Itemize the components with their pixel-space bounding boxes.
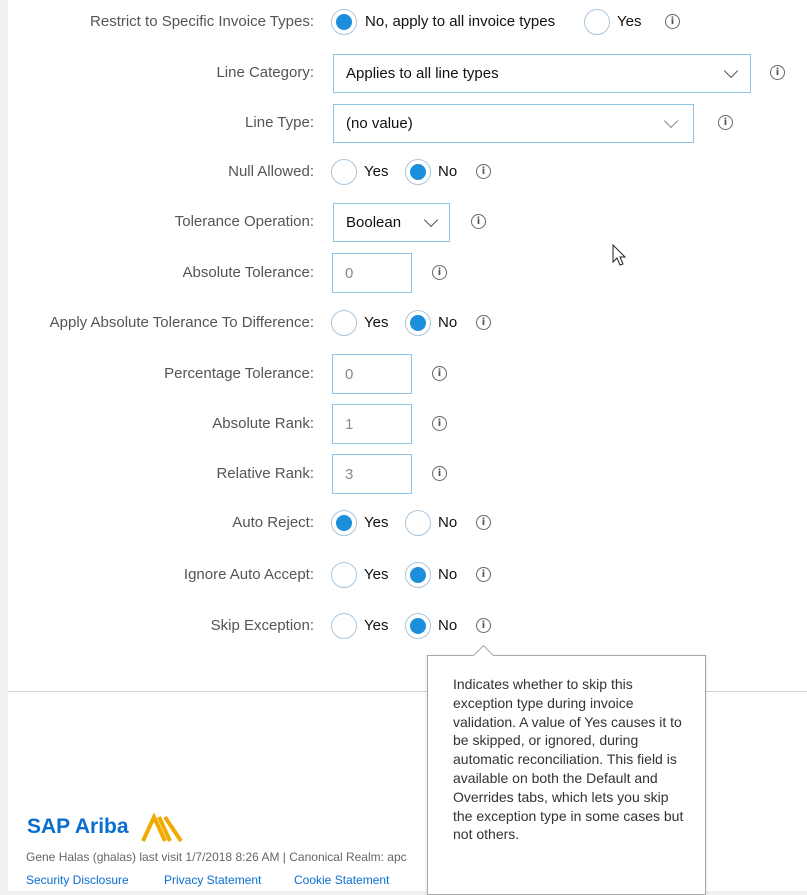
ignore-auto-accept-no-label: No: [438, 566, 458, 583]
apply-abs-tol-diff-no-label: No: [438, 314, 458, 331]
skip-exception-no-radio[interactable]: [405, 613, 431, 639]
restrict-no-label: No, apply to all invoice types: [365, 13, 556, 30]
auto-reject-no-label: No: [438, 514, 458, 531]
info-icon[interactable]: i: [432, 265, 447, 280]
relative-rank-input[interactable]: 3: [332, 454, 412, 494]
line-type-select[interactable]: (no value): [333, 104, 694, 143]
security-disclosure-link[interactable]: Security Disclosure: [26, 873, 129, 887]
null-allowed-yes-radio[interactable]: [331, 159, 357, 185]
relative-rank-value: 3: [345, 466, 354, 483]
skip-exception-no-label: No: [438, 617, 458, 634]
mouse-pointer-icon: [612, 244, 627, 266]
auto-reject-no-radio[interactable]: [405, 510, 431, 536]
info-icon[interactable]: i: [476, 315, 491, 330]
line-category-select[interactable]: Applies to all line types: [333, 54, 751, 93]
info-icon[interactable]: i: [432, 466, 447, 481]
info-icon[interactable]: i: [718, 115, 733, 130]
info-icon[interactable]: i: [471, 214, 486, 229]
tolerance-operation-value: Boolean: [346, 214, 402, 231]
tolerance-operation-label: Tolerance Operation:: [174, 213, 314, 230]
privacy-statement-link[interactable]: Privacy Statement: [164, 873, 261, 887]
line-category-value: Applies to all line types: [346, 65, 499, 82]
auto-reject-yes-label: Yes: [364, 514, 389, 531]
restrict-yes-label: Yes: [617, 13, 642, 30]
chevron-down-icon: [723, 63, 739, 79]
tolerance-operation-select[interactable]: Boolean: [333, 203, 450, 242]
apply-abs-tol-diff-label: Apply Absolute Tolerance To Difference:: [49, 314, 314, 331]
info-icon[interactable]: i: [665, 14, 680, 29]
percentage-tolerance-label: Percentage Tolerance:: [164, 365, 314, 382]
null-allowed-label: Null Allowed:: [228, 163, 314, 180]
skip-exception-yes-label: Yes: [364, 617, 389, 634]
absolute-rank-input[interactable]: 1: [332, 404, 412, 444]
null-allowed-yes-label: Yes: [364, 163, 389, 180]
percentage-tolerance-value: 0: [345, 366, 354, 383]
info-icon[interactable]: i: [476, 618, 491, 633]
info-icon[interactable]: i: [476, 515, 491, 530]
skip-exception-label: Skip Exception:: [210, 617, 314, 634]
skip-exception-yes-radio[interactable]: [331, 613, 357, 639]
info-icon[interactable]: i: [432, 416, 447, 431]
percentage-tolerance-input[interactable]: 0: [332, 354, 412, 394]
chevron-down-icon: [663, 113, 679, 129]
absolute-rank-label: Absolute Rank:: [212, 415, 314, 432]
user-info-line: Gene Halas (ghalas) last visit 1/7/2018 …: [26, 850, 407, 864]
cookie-statement-link[interactable]: Cookie Statement: [294, 873, 389, 887]
chevron-down-icon: [423, 212, 439, 228]
line-type-label: Line Type:: [245, 114, 314, 131]
auto-reject-yes-radio[interactable]: [331, 510, 357, 536]
ariba-mark-icon: [141, 813, 183, 843]
absolute-tolerance-label: Absolute Tolerance:: [182, 264, 314, 281]
restrict-invoice-types-label: Restrict to Specific Invoice Types:: [90, 13, 314, 30]
info-icon[interactable]: i: [432, 366, 447, 381]
logo-text: SAP Ariba: [27, 815, 129, 838]
apply-abs-tol-diff-no-radio[interactable]: [405, 310, 431, 336]
info-icon[interactable]: i: [770, 65, 785, 80]
ignore-auto-accept-yes-radio[interactable]: [331, 562, 357, 588]
apply-abs-tol-diff-yes-label: Yes: [364, 314, 389, 331]
line-type-value: (no value): [346, 115, 413, 132]
info-icon[interactable]: i: [476, 164, 491, 179]
ignore-auto-accept-label: Ignore Auto Accept:: [183, 566, 314, 583]
apply-abs-tol-diff-yes-radio[interactable]: [331, 310, 357, 336]
absolute-tolerance-value: 0: [345, 265, 354, 282]
ignore-auto-accept-yes-label: Yes: [364, 566, 389, 583]
absolute-tolerance-input[interactable]: 0: [332, 253, 412, 293]
relative-rank-label: Relative Rank:: [216, 465, 314, 482]
null-allowed-no-label: No: [438, 163, 458, 180]
tooltip-text: Indicates whether to skip this exception…: [453, 676, 684, 843]
line-category-label: Line Category:: [216, 64, 314, 81]
auto-reject-label: Auto Reject:: [232, 514, 314, 531]
info-icon[interactable]: i: [476, 567, 491, 582]
absolute-rank-value: 1: [345, 416, 354, 433]
ignore-auto-accept-no-radio[interactable]: [405, 562, 431, 588]
null-allowed-no-radio[interactable]: [405, 159, 431, 185]
restrict-no-radio[interactable]: [331, 9, 357, 35]
skip-exception-tooltip: Indicates whether to skip this exception…: [427, 655, 706, 895]
restrict-yes-radio[interactable]: [584, 9, 610, 35]
